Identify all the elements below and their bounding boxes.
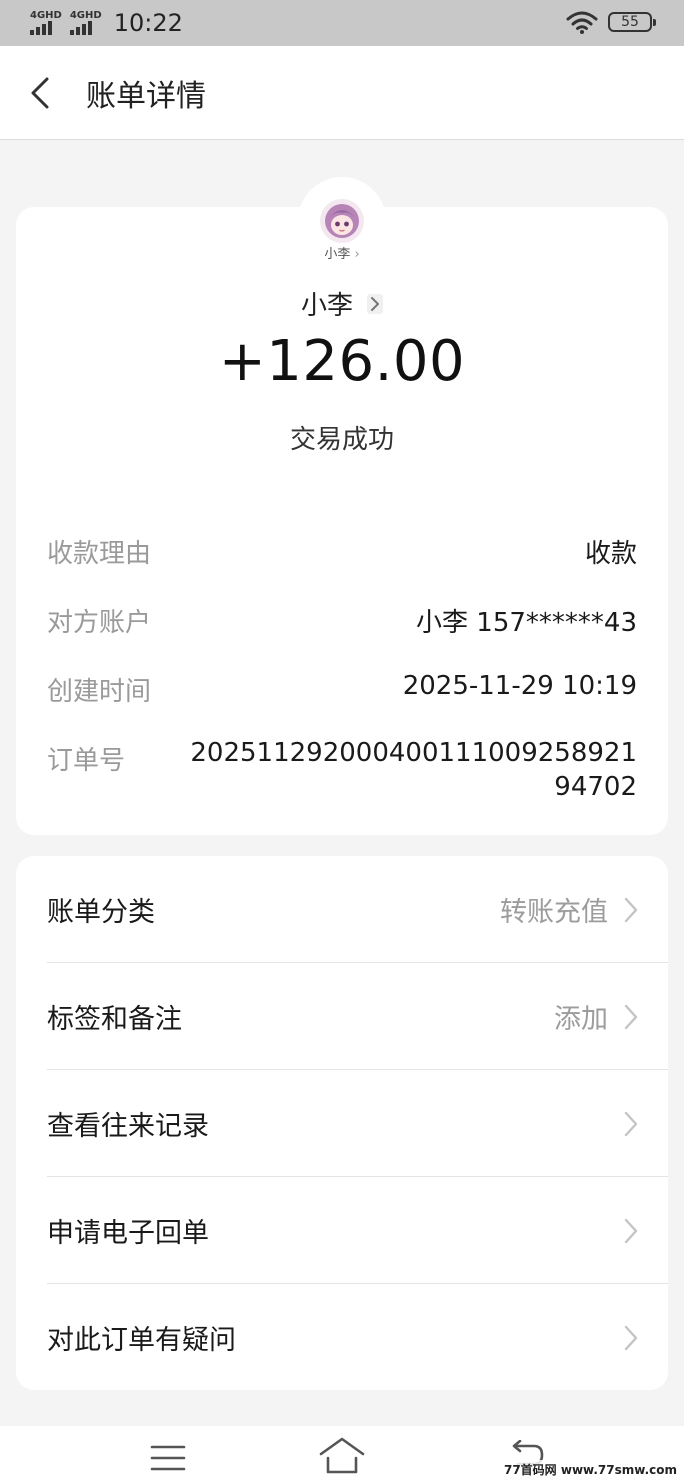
avatar[interactable] xyxy=(320,199,364,243)
detail-label: 对方账户 xyxy=(47,608,152,638)
nav-bar: 账单详情 xyxy=(0,46,684,140)
menu-item-value: 转账充值 xyxy=(500,897,608,928)
menu-icon xyxy=(150,1445,186,1471)
menu-item-label: 对此订单有疑问 xyxy=(47,1325,236,1356)
transaction-summary-card: 小李 › 小李 +126.00 交易成功 收款理由 收款 对方账户 小李 157… xyxy=(16,177,668,835)
chevron-right-icon xyxy=(624,897,638,922)
detail-value: 收款 xyxy=(584,539,637,569)
menu-item-value: 添加 xyxy=(554,1004,608,1035)
transaction-status: 交易成功 xyxy=(289,425,394,455)
status-time: 10:22 xyxy=(113,9,183,37)
chevron-right-icon xyxy=(624,1218,638,1243)
menu-item-label: 申请电子回单 xyxy=(47,1218,209,1249)
detail-label: 收款理由 xyxy=(47,539,152,569)
signal-bars-icon xyxy=(69,21,92,35)
chevron-right-icon xyxy=(367,293,383,314)
menu-item-label: 标签和备注 xyxy=(47,1004,182,1035)
order-number-value: 20251129200040011100925892194702 xyxy=(190,738,637,802)
avatar-caption-text: 小李 xyxy=(324,247,351,262)
chevron-right-icon xyxy=(624,1004,638,1029)
avatar-caption[interactable]: 小李 › xyxy=(16,243,668,262)
menu-item-order-question[interactable]: 对此订单有疑问 xyxy=(16,1284,668,1391)
menu-item-tags-notes[interactable]: 标签和备注 添加 xyxy=(16,963,668,1070)
detail-row-created-time: 创建时间 2025-11-29 10:19 xyxy=(47,671,637,708)
detail-row-order-number: 订单号 20251129200040011100925892194702 xyxy=(47,738,637,804)
detail-value: 小李 157******43 xyxy=(416,608,637,638)
detail-label: 订单号 xyxy=(47,746,126,776)
battery-icon: 55 xyxy=(608,12,656,32)
menu-item-view-history[interactable]: 查看往来记录 xyxy=(16,1070,668,1177)
transaction-amount: +126.00 xyxy=(218,329,466,394)
detail-row-account: 对方账户 小李 157******43 xyxy=(47,602,637,639)
menu-item-e-receipt[interactable]: 申请电子回单 xyxy=(16,1177,668,1284)
wifi-icon xyxy=(566,11,598,34)
back-button[interactable] xyxy=(0,46,80,140)
signal-indicator-1: 4GHD xyxy=(30,11,62,35)
home-icon xyxy=(319,1437,365,1474)
menu-item-label: 查看往来记录 xyxy=(47,1111,209,1142)
actions-card: 账单分类 转账充值 标签和备注 添加 查看往来记录 申请电子回单 对此订单有疑问 xyxy=(16,856,668,1390)
payee-name: 小李 xyxy=(300,291,353,321)
caption-chevron-icon: › xyxy=(354,247,360,262)
detail-label: 创建时间 xyxy=(47,677,152,707)
menu-item-label: 账单分类 xyxy=(47,897,155,928)
signal-label-2: 4GHD xyxy=(69,10,102,21)
detail-value: 2025-11-29 10:19 xyxy=(402,671,637,701)
payee-link[interactable]: 小李 xyxy=(16,285,668,322)
chevron-right-icon xyxy=(624,1111,638,1136)
status-bar: 4GHD 4GHD 10:22 55 xyxy=(0,0,684,46)
detail-row-reason: 收款理由 收款 xyxy=(47,533,637,570)
signal-label-1: 4GHD xyxy=(30,10,62,21)
home-key[interactable] xyxy=(318,1436,366,1476)
chevron-right-icon xyxy=(624,1325,638,1350)
battery-level: 55 xyxy=(621,14,639,30)
chevron-left-icon xyxy=(31,77,49,108)
menu-item-bill-category[interactable]: 账单分类 转账充值 xyxy=(16,856,668,963)
watermark: 77首码网 www.77smw.com xyxy=(500,1460,680,1479)
signal-bars-icon xyxy=(30,21,52,35)
page-title: 账单详情 xyxy=(86,78,206,114)
signal-indicator-2: 4GHD xyxy=(69,10,102,35)
avatar-image xyxy=(320,199,364,243)
menu-key[interactable] xyxy=(150,1444,186,1472)
